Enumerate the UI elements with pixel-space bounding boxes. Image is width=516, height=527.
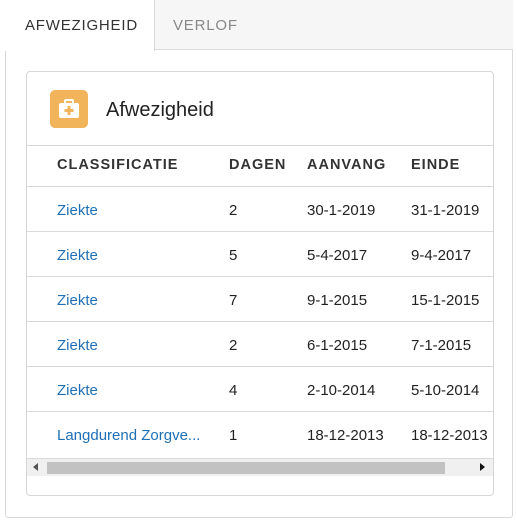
table-row: Langdurend Zorgve... 1 18-12-2013 18-12-… (27, 411, 493, 456)
start-date-cell: 9-1-2015 (307, 292, 368, 309)
days-cell: 7 (229, 292, 238, 309)
start-date-cell: 18-12-2013 (307, 427, 384, 444)
days-cell: 2 (229, 202, 238, 219)
scroll-left-arrow-icon[interactable] (33, 463, 38, 471)
start-date-cell: 5-4-2017 (307, 247, 368, 264)
days-cell: 5 (229, 247, 238, 264)
classification-link[interactable]: Ziekte (57, 382, 98, 399)
table-row: Ziekte 4 2-10-2014 5-10-2014 (27, 366, 493, 411)
end-date-cell: 18-12-2013 (411, 427, 488, 444)
start-date-cell: 2-10-2014 (307, 382, 376, 399)
absence-card: Afwezigheid CLASSIFICATIE DAGEN AANVANG … (26, 71, 494, 496)
column-header-classificatie[interactable]: CLASSIFICATIE (57, 157, 178, 173)
tab-bar: AFWEZIGHEID VERLOF (5, 0, 513, 51)
scroll-right-arrow-icon[interactable] (480, 463, 485, 471)
classification-link[interactable]: Langdurend Zorgve... (57, 427, 200, 444)
start-date-cell: 6-1-2015 (307, 337, 368, 354)
end-date-cell: 5-10-2014 (411, 382, 480, 399)
days-cell: 1 (229, 427, 238, 444)
table-row: Ziekte 7 9-1-2015 15-1-2015 (27, 276, 493, 321)
classification-link[interactable]: Ziekte (57, 337, 98, 354)
table-row: Ziekte 2 30-1-2019 31-1-2019 (27, 186, 493, 231)
tab-afwezigheid[interactable]: AFWEZIGHEID (5, 0, 155, 51)
end-date-cell: 9-4-2017 (411, 247, 472, 264)
days-cell: 2 (229, 337, 238, 354)
medical-briefcase-icon (50, 90, 88, 128)
card-title: Afwezigheid (106, 99, 214, 121)
end-date-cell: 7-1-2015 (411, 337, 472, 354)
table-row: Ziekte 2 6-1-2015 7-1-2015 (27, 321, 493, 366)
horizontal-scrollbar[interactable] (27, 458, 493, 476)
end-date-cell: 31-1-2019 (411, 202, 480, 219)
column-header-dagen[interactable]: DAGEN (229, 157, 286, 173)
scrollbar-thumb[interactable] (47, 462, 445, 474)
days-cell: 4 (229, 382, 238, 399)
column-header-einde[interactable]: EINDE (411, 157, 460, 173)
column-header-aanvang[interactable]: AANVANG (307, 157, 386, 173)
classification-link[interactable]: Ziekte (57, 247, 98, 264)
start-date-cell: 30-1-2019 (307, 202, 376, 219)
card-header: Afwezigheid (27, 72, 493, 146)
tab-verlof[interactable]: VERLOF (173, 0, 263, 51)
classification-link[interactable]: Ziekte (57, 202, 98, 219)
end-date-cell: 15-1-2015 (411, 292, 480, 309)
absence-table: CLASSIFICATIE DAGEN AANVANG EINDE Ziekte… (27, 146, 493, 458)
classification-link[interactable]: Ziekte (57, 292, 98, 309)
table-row: Ziekte 5 5-4-2017 9-4-2017 (27, 231, 493, 276)
